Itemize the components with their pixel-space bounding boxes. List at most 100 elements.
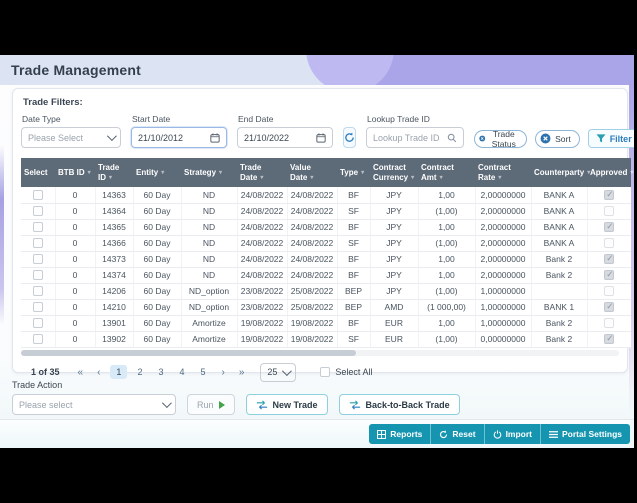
report-grid-icon (377, 429, 387, 439)
cell-entity: 60 Day (133, 267, 182, 284)
start-date-field: Start Date 21/10/2012 (131, 114, 227, 148)
horizontal-scrollbar-thumb[interactable] (21, 349, 356, 356)
portal-settings-button[interactable]: Portal Settings (541, 424, 630, 444)
cell-select (21, 331, 56, 348)
page-number-4[interactable]: 4 (173, 365, 190, 379)
sort-caret-icon: ▾ (411, 174, 415, 181)
column-header-value_date[interactable]: Value Date ▾ (287, 158, 337, 187)
left-purple-decoration (0, 145, 4, 325)
cell-strategy: Amortize (181, 331, 238, 348)
column-header-contract_currency[interactable]: Contract Currency ▾ (370, 158, 418, 187)
sort-caret-icon: ▾ (260, 174, 264, 181)
table-row: 0 14206 60 Day ND_option 23/08/2022 25/08/202… (21, 283, 631, 300)
cell-type: SF (337, 331, 371, 348)
cell-contract_currency: JPY (370, 283, 419, 300)
back-to-back-trade-button[interactable]: Back-to-Back Trade (338, 394, 460, 415)
select-all-control: Select All (320, 367, 372, 377)
column-header-counterparty[interactable]: Counterparty ▾ (531, 158, 590, 187)
horizontal-scrollbar[interactable] (21, 349, 619, 356)
page-number-1[interactable]: 1 (110, 365, 128, 379)
cell-trade_id: 14373 (95, 251, 134, 268)
cell-strategy: ND_option (181, 283, 238, 300)
cell-btb_id: 0 (55, 267, 96, 284)
row-select-checkbox[interactable] (32, 334, 43, 345)
row-select-checkbox[interactable] (32, 206, 43, 217)
select-all-checkbox[interactable] (320, 367, 331, 377)
cell-strategy: ND (181, 219, 238, 236)
lookup-trade-id-input[interactable]: Lookup Trade ID (366, 127, 464, 148)
cell-strategy: ND_option (181, 299, 238, 316)
cell-contract_currency: JPY (370, 219, 419, 236)
new-trade-button[interactable]: New Trade (245, 394, 328, 415)
pagination-bar: 1 of 35 « ‹ 12345 › » 25 Select All (21, 356, 619, 382)
prev-page-button[interactable]: ‹ (93, 366, 104, 379)
x-circle-icon (479, 135, 486, 142)
reset-icon (439, 429, 448, 439)
row-select-checkbox[interactable] (32, 190, 43, 201)
column-header-trade_id[interactable]: Trade ID ▾ (95, 158, 133, 187)
cell-counterparty (531, 283, 588, 300)
run-button[interactable]: Run (187, 394, 235, 415)
cell-select (21, 187, 56, 204)
refresh-button[interactable] (343, 127, 356, 148)
filter-buttons-group: Trade Status Sort Filter (474, 129, 634, 149)
column-header-trade_date[interactable]: Trade Date ▾ (237, 158, 287, 187)
row-select-checkbox[interactable] (32, 318, 43, 329)
start-date-input[interactable]: 21/10/2012 (131, 127, 227, 148)
column-header-entity[interactable]: Entity ▾ (133, 158, 181, 187)
cell-contract_currency: JPY (370, 267, 419, 284)
cell-strategy: ND (181, 235, 238, 252)
reports-button[interactable]: Reports (369, 424, 432, 444)
cell-select (21, 203, 56, 220)
row-select-checkbox[interactable] (32, 302, 43, 313)
cell-approved (587, 235, 631, 252)
cell-contract_rate: 2,00000000 (475, 235, 532, 252)
row-select-checkbox[interactable] (32, 238, 43, 249)
column-header-contract_rate[interactable]: Contract Rate ▾ (475, 158, 531, 187)
import-button[interactable]: Import (484, 424, 542, 444)
column-header-select: Select (21, 158, 55, 187)
filter-button[interactable]: Filter (587, 129, 634, 148)
column-header-strategy[interactable]: Strategy ▾ (181, 158, 237, 187)
last-page-button[interactable]: » (235, 366, 249, 379)
page-number-3[interactable]: 3 (152, 365, 169, 379)
cell-contract_amt: 1,00 (418, 187, 476, 204)
trade-action-select[interactable]: Please select (12, 394, 176, 415)
sort-button[interactable]: Sort (535, 129, 580, 148)
row-select-checkbox[interactable] (32, 222, 43, 233)
date-type-select[interactable]: Please Select (21, 127, 121, 148)
row-select-checkbox[interactable] (32, 254, 43, 265)
next-page-button[interactable]: › (218, 366, 229, 379)
cell-btb_id: 0 (55, 235, 96, 252)
approved-checkbox (604, 286, 615, 297)
footer-button-label: Reset (452, 429, 476, 439)
cell-trade_id: 13901 (95, 315, 134, 332)
cell-trade_id: 14374 (95, 267, 134, 284)
column-header-type[interactable]: Type ▾ (337, 158, 370, 187)
lookup-label: Lookup Trade ID (367, 114, 430, 124)
column-header-approved[interactable]: Approved ▾ (587, 158, 633, 187)
end-date-input[interactable]: 21/10/2022 (237, 127, 333, 148)
date-type-value: Please Select (28, 132, 84, 143)
first-page-button[interactable]: « (74, 366, 88, 379)
reset-button[interactable]: Reset (431, 424, 485, 444)
cell-entity: 60 Day (133, 299, 182, 316)
page-number-2[interactable]: 2 (131, 365, 148, 379)
row-select-checkbox[interactable] (32, 286, 43, 297)
trade-status-button[interactable]: Trade Status (474, 129, 528, 149)
cell-contract_amt: (1,00) (418, 203, 476, 220)
column-header-contract_amt[interactable]: Contract Amt ▾ (418, 158, 475, 187)
column-header-btb_id[interactable]: BTB ID ▾ (55, 158, 95, 187)
approved-checkbox (604, 333, 615, 345)
cell-select (21, 235, 56, 252)
sort-caret-icon: ▾ (498, 174, 502, 181)
cell-counterparty: Bank 2 (531, 331, 588, 348)
row-select-checkbox[interactable] (32, 270, 43, 281)
sort-caret-icon: ▾ (219, 170, 223, 177)
cell-type: BF (337, 219, 371, 236)
cell-contract_amt: 1,00 (418, 251, 476, 268)
cell-contract_rate: 1,00000000 (475, 315, 532, 332)
page-number-5[interactable]: 5 (194, 365, 211, 379)
page-size-select[interactable]: 25 (260, 362, 297, 382)
cell-type: BF (337, 315, 371, 332)
